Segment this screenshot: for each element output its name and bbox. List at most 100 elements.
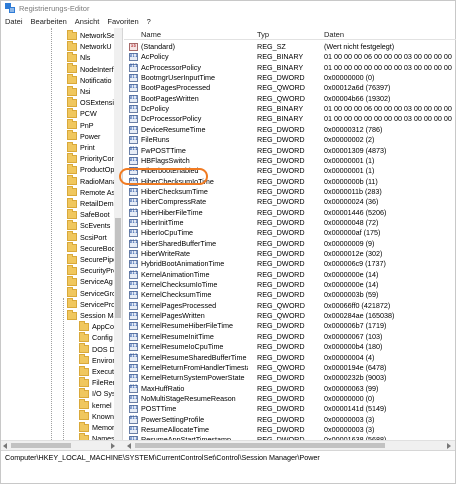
registry-value-row[interactable]: 011 HBFlagsSwitch REG_DWORD 0x00000001 (1) — [124, 155, 456, 166]
column-header-data[interactable]: Daten — [324, 30, 344, 39]
tree-item[interactable]: ScsiPort — [67, 231, 107, 243]
list-scroll-left-arrow-icon[interactable] — [127, 443, 131, 449]
registry-value-row[interactable]: 011 HiberHiberFileTime REG_DWORD 0x00001446… — [124, 207, 456, 218]
registry-value-row[interactable]: 011 ResumeAllocateTime REG_DWORD 0x00000003… — [124, 424, 456, 435]
value-data: 0x00000001 (1) — [324, 155, 375, 165]
menu-ansicht[interactable]: Ansicht — [75, 17, 100, 26]
registry-value-row[interactable]: 011 HiberCompressRate REG_DWORD 0x00000024 … — [124, 196, 456, 207]
scroll-left-arrow-icon[interactable] — [3, 443, 7, 449]
list-scroll-right-arrow-icon[interactable] — [447, 443, 451, 449]
tree-item[interactable]: NodeInterf — [67, 63, 114, 75]
registry-value-row[interactable]: 011 MaxHuffRatio REG_DWORD 0x00000063 (99) — [124, 383, 456, 394]
menu-bearbeiten[interactable]: Bearbeiten — [31, 17, 67, 26]
registry-value-row[interactable]: 011 HiberChecksumTime REG_DWORD 0x0000011b … — [124, 186, 456, 197]
horizontal-scrollbar[interactable] — [1, 440, 455, 450]
registry-value-row[interactable]: 011 KernelChecksumTime REG_DWORD 0x0000003b… — [124, 289, 456, 300]
registry-value-row[interactable]: 011 KernelReturnSystemPowerState REG_DWORD… — [124, 372, 456, 383]
registry-value-row[interactable]: 011 KernelPagesWritten REG_QWORD 0x000284ae… — [124, 310, 456, 321]
tree-child-item[interactable]: kernel — [79, 399, 112, 411]
folder-icon — [67, 119, 77, 130]
tree-item[interactable]: ServiceGro — [67, 287, 116, 299]
tree-item[interactable]: PnP — [67, 119, 94, 131]
menu-favoriten[interactable]: Favoriten — [107, 17, 138, 26]
column-header-type[interactable]: Typ — [257, 30, 269, 39]
registry-value-row[interactable]: ab (Standard) REG_SZ (Wert nicht festgelegt… — [124, 41, 456, 52]
registry-value-row[interactable]: 011 FileRuns REG_DWORD 0x00000002 (2) — [124, 134, 456, 145]
registry-value-row[interactable]: 011 HiberIoCpuTime REG_DWORD 0x000000af (17… — [124, 227, 456, 238]
tree-item[interactable]: ProductOp — [67, 163, 114, 175]
tree-item[interactable]: RetailDem — [67, 197, 114, 209]
registry-value-row[interactable]: 011 DcPolicy REG_BINARY 01 00 00 00 06 00 0… — [124, 103, 456, 114]
tree-item[interactable]: ServiceAg — [67, 275, 113, 287]
tree-item[interactable]: PriorityCon — [67, 152, 116, 164]
registry-value-row[interactable]: 011 AcPolicy REG_BINARY 01 00 00 00 06 00 0… — [124, 51, 456, 62]
registry-value-row[interactable]: 011 PowerSettingProfile REG_DWORD 0x0000000… — [124, 414, 456, 425]
value-data: 0x0000194e (6478) — [324, 362, 387, 372]
value-name: HBFlagsSwitch — [141, 155, 190, 165]
registry-value-row[interactable]: 011 FwPOSTTime REG_DWORD 0x00001309 (4873) — [124, 145, 456, 156]
tree-item[interactable]: ServiceProv — [67, 298, 119, 310]
tree-child-item[interactable]: FileRen — [79, 376, 117, 388]
registry-value-row[interactable]: 011 BootPagesWritten REG_QWORD 0x00004b66 (… — [124, 93, 456, 104]
registry-value-row[interactable]: 011 BootmgrUserInputTime REG_DWORD 0x000000… — [124, 72, 456, 83]
tree-item[interactable]: Remote As — [67, 186, 115, 198]
registry-value-row[interactable]: 011 AcProcessorPolicy REG_BINARY 01 00 00 0… — [124, 62, 456, 73]
tree-item[interactable]: Nsi — [67, 85, 90, 97]
tree-child-item[interactable]: I/O Sys — [79, 387, 116, 399]
registry-key-tree[interactable]: NetworkSe NetworkU Nls NodeInterf Notificati… — [1, 28, 123, 440]
list-horizontal-scroll-thumb[interactable] — [135, 443, 385, 448]
registry-value-row[interactable]: 011 KernelResumeSharedBufferTime REG_DWORD… — [124, 352, 456, 363]
registry-value-row[interactable]: 011 KernelChecksumIoTime REG_DWORD 0x000000… — [124, 279, 456, 290]
menu-datei[interactable]: Datei — [5, 17, 23, 26]
registry-value-row[interactable]: 011 KernelResumeIoCpuTime REG_DWORD 0x00000… — [124, 341, 456, 352]
tree-item[interactable]: Print — [67, 141, 95, 153]
registry-value-row[interactable]: 011 DcProcessorPolicy REG_BINARY 01 00 00 0… — [124, 113, 456, 124]
tree-item[interactable]: SafeBoot — [67, 208, 110, 220]
tree-item[interactable]: SecureBoo — [67, 242, 116, 254]
scroll-right-arrow-icon[interactable] — [111, 443, 115, 449]
tree-item[interactable]: RadioMana — [67, 175, 117, 187]
registry-value-row[interactable]: 011 DeviceResumeTime REG_DWORD 0x00000312 (… — [124, 124, 456, 135]
tree-item[interactable]: OSExtensio — [67, 96, 118, 108]
registry-value-row[interactable]: 011 KernelResumeHiberFileTime REG_DWORD 0x0… — [124, 320, 456, 331]
registry-value-row[interactable]: 011 KernelAnimationTime REG_DWORD 0x0000000… — [124, 269, 456, 280]
tree-vertical-scrollbar[interactable] — [114, 28, 122, 440]
menu-help[interactable]: ? — [147, 17, 151, 26]
registry-value-row[interactable]: 011 BootPagesProcessed REG_QWORD 0x00012a6d… — [124, 82, 456, 93]
tree-child-item[interactable]: Known — [79, 410, 114, 422]
value-type: REG_DWORD — [257, 73, 305, 83]
tree-item[interactable]: NetworkSe — [67, 29, 115, 41]
tree-item[interactable]: ScEvents — [67, 219, 110, 231]
registry-value-row[interactable]: 011 HiberSharedBufferTime REG_DWORD 0x00000… — [124, 238, 456, 249]
registry-value-row[interactable]: 011 HiberWriteRate REG_DWORD 0x0000012e (30… — [124, 248, 456, 259]
registry-value-row[interactable]: 011 HiberInitTime REG_DWORD 0x00000048 (72) — [124, 217, 456, 228]
registry-value-row[interactable]: 011 KernelPagesProcessed REG_QWORD 0x00066f… — [124, 300, 456, 311]
tree-item[interactable]: Nls — [67, 51, 90, 63]
tree-child-item[interactable]: Config — [79, 331, 113, 343]
value-type: REG_DWORD — [257, 280, 305, 290]
tree-item[interactable]: PCW — [67, 107, 97, 119]
registry-value-row[interactable]: 011 POSTTime REG_DWORD 0x0000141d (5149) — [124, 403, 456, 414]
tree-child-item[interactable]: Environ — [79, 354, 116, 366]
tree-child-item[interactable]: Memor — [79, 421, 114, 433]
tree-child-item[interactable]: AppCo — [79, 320, 114, 332]
tree-horizontal-scroll-thumb[interactable] — [11, 443, 71, 448]
tree-scroll-thumb[interactable] — [115, 218, 121, 318]
tree-item[interactable]: SecurePipe — [67, 253, 117, 265]
value-data: 0x0000011b (283) — [324, 186, 382, 196]
registry-values-list[interactable]: Name Typ Daten ab (Standard) REG_SZ (Wert n… — [124, 28, 456, 440]
registry-value-row[interactable]: 011 HybridBootAnimationTime REG_DWORD 0x000… — [124, 258, 456, 269]
tree-child-item[interactable]: Names — [79, 432, 115, 440]
column-header-name[interactable]: Name — [141, 30, 161, 39]
tree-child-item[interactable]: DOS De — [79, 343, 119, 355]
registry-value-row[interactable]: 011 KernelResumeInitTime REG_DWORD 0x000000… — [124, 331, 456, 342]
tree-item[interactable]: Notificatio — [67, 74, 112, 86]
tree-item[interactable]: Power — [67, 130, 100, 142]
tree-item[interactable]: NetworkU — [67, 40, 112, 52]
value-type: REG_BINARY — [257, 104, 304, 114]
tree-child-item[interactable]: Executi — [79, 365, 116, 377]
registry-value-row[interactable]: 011 KernelReturnFromHandlerTimesta... REG_… — [124, 362, 456, 373]
tree-item[interactable]: SecurityPro — [67, 264, 117, 276]
value-type: REG_BINARY — [257, 62, 304, 72]
registry-value-row[interactable]: 011 NoMultiStageResumeReason REG_DWORD 0x00… — [124, 393, 456, 404]
